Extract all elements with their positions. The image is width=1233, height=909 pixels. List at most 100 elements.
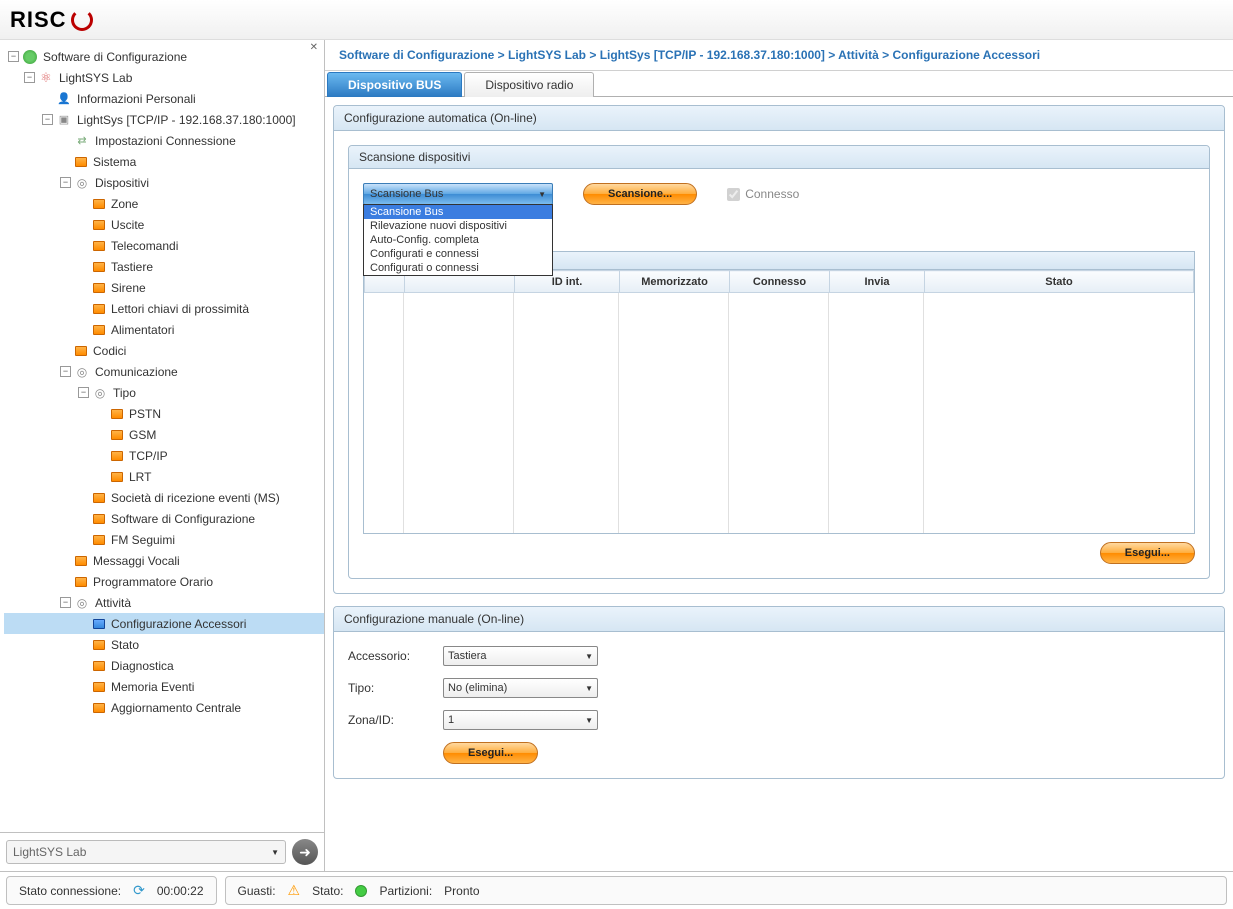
tab-bus[interactable]: Dispositivo BUS: [327, 72, 462, 97]
tree-conn[interactable]: ⇄ Impostazioni Connessione: [4, 130, 324, 151]
manual-execute-button[interactable]: Esegui...: [443, 742, 538, 764]
accessorio-select[interactable]: Tastiera ▼: [443, 646, 598, 666]
partizioni-value: Pronto: [444, 884, 479, 898]
tipo-select[interactable]: No (elimina) ▼: [443, 678, 598, 698]
tree-label: Alimentatori: [111, 323, 174, 337]
scan-mode-dropdown[interactable]: Scansione Bus ▼: [363, 183, 553, 205]
scan-group: Scansione dispositivi Scansione Bus ▼: [348, 145, 1210, 579]
tree-lettori[interactable]: Lettori chiavi di prossimità: [4, 298, 324, 319]
folder-icon: [93, 199, 105, 209]
th-invia[interactable]: Invia: [830, 271, 925, 293]
tree-sistema[interactable]: Sistema: [4, 151, 324, 172]
chevron-down-icon: ▼: [585, 652, 593, 661]
tree-diagnostica[interactable]: Diagnostica: [4, 655, 324, 676]
tree-info[interactable]: 👤Informazioni Personali: [4, 88, 324, 109]
select-value: 1: [448, 714, 454, 726]
tree-zone[interactable]: Zone: [4, 193, 324, 214]
collapse-icon[interactable]: −: [60, 177, 71, 188]
tree-aggiornamento[interactable]: Aggiornamento Centrale: [4, 697, 324, 718]
tree-label: LightSys [TCP/IP - 192.168.37.180:1000]: [77, 113, 296, 127]
scan-mode-dropdown-list: Scansione Bus Rilevazione nuovi disposit…: [363, 204, 553, 276]
tree-programmatore[interactable]: Programmatore Orario: [4, 571, 324, 592]
tree-lab[interactable]: −⚛LightSYS Lab: [4, 67, 324, 88]
tree-tastiere[interactable]: Tastiere: [4, 256, 324, 277]
collapse-icon[interactable]: −: [8, 51, 19, 62]
tree-memoria[interactable]: Memoria Eventi: [4, 676, 324, 697]
refresh-icon: ⟳: [133, 882, 145, 899]
th-connesso[interactable]: Connesso: [730, 271, 830, 293]
gear-icon: ◎: [75, 176, 89, 190]
tree-messaggi[interactable]: Messaggi Vocali: [4, 550, 324, 571]
collapse-icon[interactable]: −: [60, 597, 71, 608]
dropdown-option[interactable]: Scansione Bus: [364, 205, 552, 219]
collapse-icon[interactable]: −: [78, 387, 89, 398]
status-main-panel: Guasti: ⚠ Stato: Partizioni: Pronto: [225, 876, 1227, 905]
collapse-icon[interactable]: −: [42, 114, 53, 125]
go-button[interactable]: ➜: [292, 839, 318, 865]
logo-swirl-icon: [71, 9, 93, 31]
dropdown-option[interactable]: Configurati e connessi: [364, 247, 552, 261]
tree-label: Codici: [93, 344, 126, 358]
collapse-icon[interactable]: −: [60, 366, 71, 377]
tree-label: Zone: [111, 197, 138, 211]
gear-icon: ◎: [75, 596, 89, 610]
collapse-icon[interactable]: −: [24, 72, 35, 83]
manual-config-group: Configurazione manuale (On-line) Accesso…: [333, 606, 1225, 779]
arrow-right-icon: ➜: [299, 844, 311, 861]
tree-label: LRT: [129, 470, 151, 484]
tree-device[interactable]: −▣LightSys [TCP/IP - 192.168.37.180:1000…: [4, 109, 324, 130]
gear-icon: ◎: [75, 365, 89, 379]
tree-lrt[interactable]: LRT: [4, 466, 324, 487]
select-value: Tastiera: [448, 650, 487, 662]
th-stato[interactable]: Stato: [925, 271, 1194, 293]
tree-pstn[interactable]: PSTN: [4, 403, 324, 424]
site-select[interactable]: LightSYS Lab ▼: [6, 840, 286, 864]
tree-uscite[interactable]: Uscite: [4, 214, 324, 235]
tree-societa[interactable]: Società di ricezione eventi (MS): [4, 487, 324, 508]
tree-label: Software di Configurazione: [111, 512, 255, 526]
zona-select[interactable]: 1 ▼: [443, 710, 598, 730]
tab-radio[interactable]: Dispositivo radio: [464, 72, 594, 97]
dropdown-option[interactable]: Auto-Config. completa: [364, 233, 552, 247]
select-value: No (elimina): [448, 682, 507, 694]
folder-icon: [93, 535, 105, 545]
tree-dispositivi[interactable]: −◎Dispositivi: [4, 172, 324, 193]
tree-configurazione[interactable]: Configurazione Accessori: [4, 613, 324, 634]
tree-software[interactable]: Software di Configurazione: [4, 508, 324, 529]
tree-gsm[interactable]: GSM: [4, 424, 324, 445]
dropdown-option[interactable]: Configurati o connessi: [364, 261, 552, 275]
connection-icon: ⇄: [75, 134, 89, 148]
tree-label: Telecomandi: [111, 239, 178, 253]
share-icon: ⚛: [39, 71, 53, 85]
tree-label: Messaggi Vocali: [93, 554, 180, 568]
tree-alimentatori[interactable]: Alimentatori: [4, 319, 324, 340]
th-memorizzato[interactable]: Memorizzato: [620, 271, 730, 293]
connesso-label: Connesso: [745, 187, 799, 201]
tree-attivita[interactable]: −◎ Attività: [4, 592, 324, 613]
tree-codici[interactable]: Codici: [4, 340, 324, 361]
tree-telecomandi[interactable]: Telecomandi: [4, 235, 324, 256]
close-icon[interactable]: ✕: [310, 42, 318, 53]
scan-button[interactable]: Scansione...: [583, 183, 697, 205]
tree-stato[interactable]: Stato: [4, 634, 324, 655]
tree-label: Tastiere: [111, 260, 153, 274]
tree-fm[interactable]: FM Seguimi: [4, 529, 324, 550]
tree-sirene[interactable]: Sirene: [4, 277, 324, 298]
folder-icon: [111, 409, 123, 419]
tree-tipo[interactable]: −◎Tipo: [4, 382, 324, 403]
tree-label: PSTN: [129, 407, 161, 421]
tree-root[interactable]: −Software di Configurazione: [4, 46, 324, 67]
tree-label: Aggiornamento Centrale: [111, 701, 241, 715]
user-icon: 👤: [57, 92, 71, 106]
tree-label: Impostazioni Connessione: [95, 134, 236, 148]
folder-icon: [93, 220, 105, 230]
connesso-checkbox: [727, 188, 740, 201]
dropdown-option[interactable]: Rilevazione nuovi dispositivi: [364, 219, 552, 233]
dropdown-value: Scansione Bus: [370, 188, 443, 200]
tree-tcpip[interactable]: TCP/IP: [4, 445, 324, 466]
tree-comunicazione[interactable]: −◎Comunicazione: [4, 361, 324, 382]
auto-execute-button[interactable]: Esegui...: [1100, 542, 1195, 564]
tree-label: Attività: [95, 596, 131, 610]
folder-icon: [93, 661, 105, 671]
content-pane: Software di Configurazione > LightSYS La…: [325, 40, 1233, 871]
